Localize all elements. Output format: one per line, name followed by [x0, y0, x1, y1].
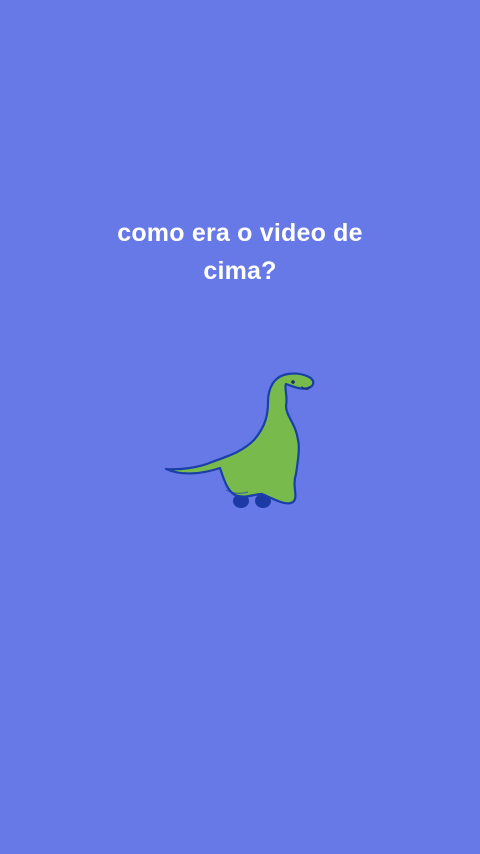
- dinosaur-eye: [291, 380, 295, 384]
- caption-text: como era o video de cima?: [117, 219, 363, 285]
- story-screen: como era o video de cima?: [0, 0, 480, 854]
- dinosaur-body: [164, 372, 315, 505]
- dinosaur-illustration: [164, 372, 315, 508]
